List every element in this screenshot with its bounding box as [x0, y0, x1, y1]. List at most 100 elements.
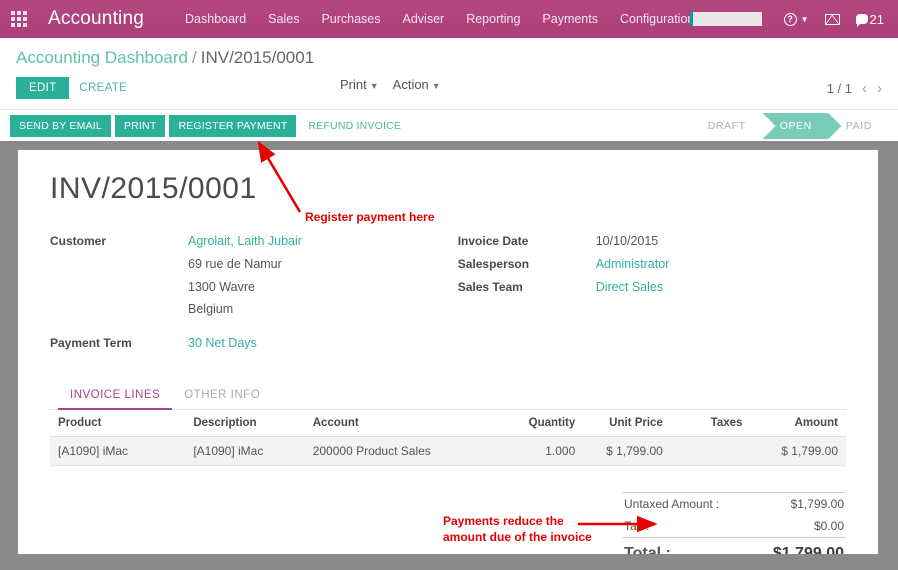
- chevron-down-icon: ▼: [370, 81, 379, 91]
- create-button[interactable]: CREATE: [69, 77, 137, 99]
- value-untaxed-amount: $1,799.00: [791, 497, 844, 511]
- action-dropdown[interactable]: Action▼: [393, 77, 441, 92]
- messages-button[interactable]: 21: [856, 12, 884, 27]
- column-header-quantity: Quantity: [496, 410, 584, 437]
- field-value-address-city: 1300 Wavre: [188, 278, 255, 298]
- action-button-bar: SEND BY EMAIL PRINT REGISTER PAYMENT REF…: [0, 109, 898, 141]
- field-value-sales-team[interactable]: Direct Sales: [596, 278, 663, 298]
- status-stage-draft-label: DRAFT: [708, 120, 746, 132]
- page-title: INV/2015/0001: [50, 172, 846, 206]
- edit-button[interactable]: EDIT: [16, 77, 69, 99]
- field-address-country: Belgium: [50, 300, 458, 320]
- field-invoice-date: Invoice Date 10/10/2015: [458, 232, 846, 252]
- register-payment-button[interactable]: REGISTER PAYMENT: [169, 115, 296, 137]
- field-value-invoice-date: 10/10/2015: [596, 232, 659, 252]
- invoice-fields-right: Invoice Date 10/10/2015 Salesperson Admi…: [458, 232, 846, 357]
- status-stage-paid-label: PAID: [846, 120, 872, 132]
- column-header-taxes: Taxes: [671, 410, 751, 437]
- total-row-untaxed: Untaxed Amount : $1,799.00: [622, 492, 846, 515]
- table-row[interactable]: [A1090] iMac [A1090] iMac 200000 Product…: [50, 436, 846, 465]
- invoice-lines-table: Product Description Account Quantity Uni…: [50, 410, 846, 466]
- field-address-street: 69 rue de Namur: [50, 255, 458, 275]
- field-label-blank: [50, 300, 188, 320]
- form-background: INV/2015/0001 Customer Agrolait, Laith J…: [0, 141, 898, 554]
- pager-count: 1 / 1: [827, 81, 852, 96]
- field-value-payment-term[interactable]: 30 Net Days: [188, 334, 257, 354]
- menu-item-payments[interactable]: Payments: [531, 0, 609, 38]
- field-value-address-street: 69 rue de Namur: [188, 255, 282, 275]
- cell-product: [A1090] iMac: [50, 436, 185, 465]
- main-menu: Dashboard Sales Purchases Adviser Report…: [174, 0, 705, 38]
- invoice-fields-left: Customer Agrolait, Laith Jubair 69 rue d…: [50, 232, 458, 357]
- navbar-right-tools: ? ▼ 21: [690, 0, 892, 38]
- print-button[interactable]: PRINT: [115, 115, 166, 137]
- record-actions: Print▼ Action▼: [340, 77, 441, 92]
- mail-button[interactable]: [825, 14, 840, 25]
- help-icon: ?: [784, 13, 797, 26]
- field-label-invoice-date: Invoice Date: [458, 232, 596, 252]
- label-tax: Tax :: [624, 519, 649, 533]
- control-row: EDIT CREATE Print▼ Action▼ 1 / 1 ‹ ›: [0, 77, 898, 109]
- chat-bubble-icon: [856, 14, 868, 24]
- field-value-customer[interactable]: Agrolait, Laith Jubair: [188, 232, 302, 252]
- send-by-email-button[interactable]: SEND BY EMAIL: [10, 115, 111, 137]
- refund-invoice-button[interactable]: REFUND INVOICE: [300, 115, 409, 137]
- print-dropdown[interactable]: Print▼: [340, 77, 379, 92]
- menu-item-purchases[interactable]: Purchases: [310, 0, 391, 38]
- invoice-header-fields: Customer Agrolait, Laith Jubair 69 rue d…: [50, 232, 846, 357]
- status-stage-open-label: OPEN: [780, 120, 812, 132]
- record-pager: 1 / 1 ‹ ›: [827, 80, 882, 97]
- action-label: Action: [393, 77, 429, 92]
- menu-item-dashboard[interactable]: Dashboard: [174, 0, 257, 38]
- field-label-blank: [50, 278, 188, 298]
- cell-quantity: 1.000: [496, 436, 584, 465]
- field-label-sales-team: Sales Team: [458, 278, 596, 298]
- search-input[interactable]: [690, 12, 762, 26]
- menu-item-adviser[interactable]: Adviser: [392, 0, 456, 38]
- breadcrumb-root-link[interactable]: Accounting Dashboard: [16, 48, 188, 67]
- total-row-tax: Tax : $0.00: [622, 515, 846, 537]
- field-address-city: 1300 Wavre: [50, 278, 458, 298]
- label-untaxed-amount: Untaxed Amount :: [624, 497, 719, 511]
- print-label: Print: [340, 77, 367, 92]
- pager-next-icon[interactable]: ›: [877, 80, 882, 97]
- envelope-icon: [825, 14, 840, 25]
- field-label-salesperson: Salesperson: [458, 255, 596, 275]
- cell-unit-price: $ 1,799.00: [583, 436, 671, 465]
- cell-account: 200000 Product Sales: [305, 436, 496, 465]
- menu-item-reporting[interactable]: Reporting: [455, 0, 531, 38]
- notebook-tabs: INVOICE LINES OTHER INFO: [50, 383, 846, 410]
- cell-taxes: [671, 436, 751, 465]
- chevron-down-icon: ▼: [801, 15, 809, 24]
- tab-invoice-lines[interactable]: INVOICE LINES: [58, 383, 172, 410]
- breadcrumb-current: INV/2015/0001: [201, 48, 314, 67]
- column-header-description: Description: [185, 410, 304, 437]
- pager-previous-icon[interactable]: ‹: [862, 80, 867, 97]
- invoice-status-bar: DRAFT OPEN PAID: [690, 113, 888, 139]
- value-total: $1,799.00: [773, 545, 844, 554]
- cell-amount: $ 1,799.00: [750, 436, 846, 465]
- field-customer: Customer Agrolait, Laith Jubair: [50, 232, 458, 252]
- table-header-row: Product Description Account Quantity Uni…: [50, 410, 846, 437]
- field-payment-term: Payment Term 30 Net Days: [50, 334, 458, 354]
- top-navbar: Accounting Dashboard Sales Purchases Adv…: [0, 0, 898, 38]
- app-brand-title: Accounting: [48, 8, 144, 30]
- field-label-payment-term: Payment Term: [50, 334, 188, 354]
- field-salesperson: Salesperson Administrator: [458, 255, 846, 275]
- help-menu-button[interactable]: ? ▼: [784, 13, 809, 26]
- breadcrumb: Accounting Dashboard/INV/2015/0001: [16, 48, 882, 77]
- label-total: Total :: [624, 545, 671, 554]
- column-header-amount: Amount: [750, 410, 846, 437]
- tab-other-info[interactable]: OTHER INFO: [172, 383, 272, 410]
- apps-grid-icon[interactable]: [0, 0, 38, 38]
- status-stage-draft[interactable]: DRAFT: [690, 113, 762, 139]
- menu-item-sales[interactable]: Sales: [257, 0, 310, 38]
- stage-arrow: [828, 113, 841, 139]
- total-row-total: Total : $1,799.00: [622, 537, 846, 554]
- messages-count: 21: [870, 12, 884, 27]
- invoice-sheet: INV/2015/0001 Customer Agrolait, Laith J…: [18, 150, 878, 554]
- field-label-customer: Customer: [50, 232, 188, 252]
- chevron-down-icon: ▼: [432, 81, 441, 91]
- field-value-salesperson[interactable]: Administrator: [596, 255, 670, 275]
- column-header-unit-price: Unit Price: [583, 410, 671, 437]
